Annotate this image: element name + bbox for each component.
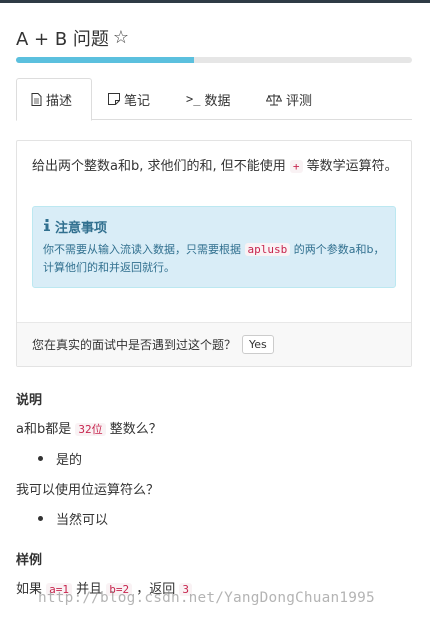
top-bar xyxy=(0,0,430,3)
list-item: 是的 xyxy=(38,449,82,468)
tab-judge-label: 评测 xyxy=(286,93,313,109)
tab-description[interactable]: 描述 xyxy=(16,78,92,121)
note-icon xyxy=(108,93,120,105)
description-text-end: 等数学运算符。 xyxy=(302,159,398,174)
inline-code: + xyxy=(289,160,303,173)
star-outline-icon[interactable]: ☆ xyxy=(113,29,129,47)
answer-text: 是的 xyxy=(56,453,83,468)
bullet xyxy=(38,516,43,521)
question-text: a和b都是 xyxy=(16,422,76,437)
terminal-icon: >_ xyxy=(186,92,201,106)
question-text-end: 整数么？ xyxy=(105,422,162,437)
explanation-question-1: a和b都是 32位 整数么？ xyxy=(16,418,162,437)
explanation-heading: 说明 xyxy=(16,393,43,408)
watermark: http://blog.csdn.net/YangDongChuan1995 xyxy=(38,590,375,606)
list-item: 当然可以 xyxy=(38,509,108,528)
explanation-question-2: 我可以使用位运算符么？ xyxy=(16,483,160,498)
note-title-text: 注意事项 xyxy=(55,221,108,236)
tab-judge[interactable]: 评测 xyxy=(266,78,330,120)
tab-notes-label: 笔记 xyxy=(124,93,151,109)
problem-title-row: A + B 问题 ☆ xyxy=(16,26,129,51)
description-text: 给出两个整数a和b, 求他们的和, 但不能使用 xyxy=(32,159,290,174)
tab-notes[interactable]: 笔记 xyxy=(108,78,168,120)
balance-scale-icon xyxy=(266,93,282,106)
note-title: 注意事项 xyxy=(43,217,107,236)
tab-bar: 描述 笔记 >_ 数据 评测 xyxy=(16,78,412,121)
problem-panel: 给出两个整数a和b, 求他们的和, 但不能使用 + 等数学运算符。 注意事项 你… xyxy=(16,140,412,367)
example-heading: 样例 xyxy=(16,553,43,568)
tab-data-label: 数据 xyxy=(204,93,231,109)
answer-text: 当然可以 xyxy=(56,513,109,528)
inline-code: 32位 xyxy=(75,423,106,436)
interview-footer: 您在真实的面试中是否遇到过这个题？ Yes xyxy=(17,322,411,366)
progress-bar xyxy=(16,57,412,63)
note-body: 你不需要从输入流读入数据，只需要根据 aplusb 的两个参数a和b，计算他们的… xyxy=(43,241,387,277)
problem-title: A + B 问题 xyxy=(16,29,109,50)
problem-description: 给出两个整数a和b, 求他们的和, 但不能使用 + 等数学运算符。 xyxy=(32,157,398,177)
yes-button[interactable]: Yes xyxy=(242,335,274,354)
bullet xyxy=(38,456,43,461)
info-icon xyxy=(43,218,51,235)
note-body-text: 你不需要从输入流读入数据，只需要根据 xyxy=(43,243,245,256)
tab-description-label: 描述 xyxy=(46,94,73,109)
note-box: 注意事项 你不需要从输入流读入数据，只需要根据 aplusb 的两个参数a和b，… xyxy=(32,206,396,288)
tab-data[interactable]: >_ 数据 xyxy=(186,78,250,120)
progress-fill xyxy=(16,57,195,63)
file-text-icon xyxy=(31,93,42,106)
interview-question: 您在真实的面试中是否遇到过这个题？ xyxy=(32,338,237,352)
inline-code: aplusb xyxy=(244,243,291,256)
